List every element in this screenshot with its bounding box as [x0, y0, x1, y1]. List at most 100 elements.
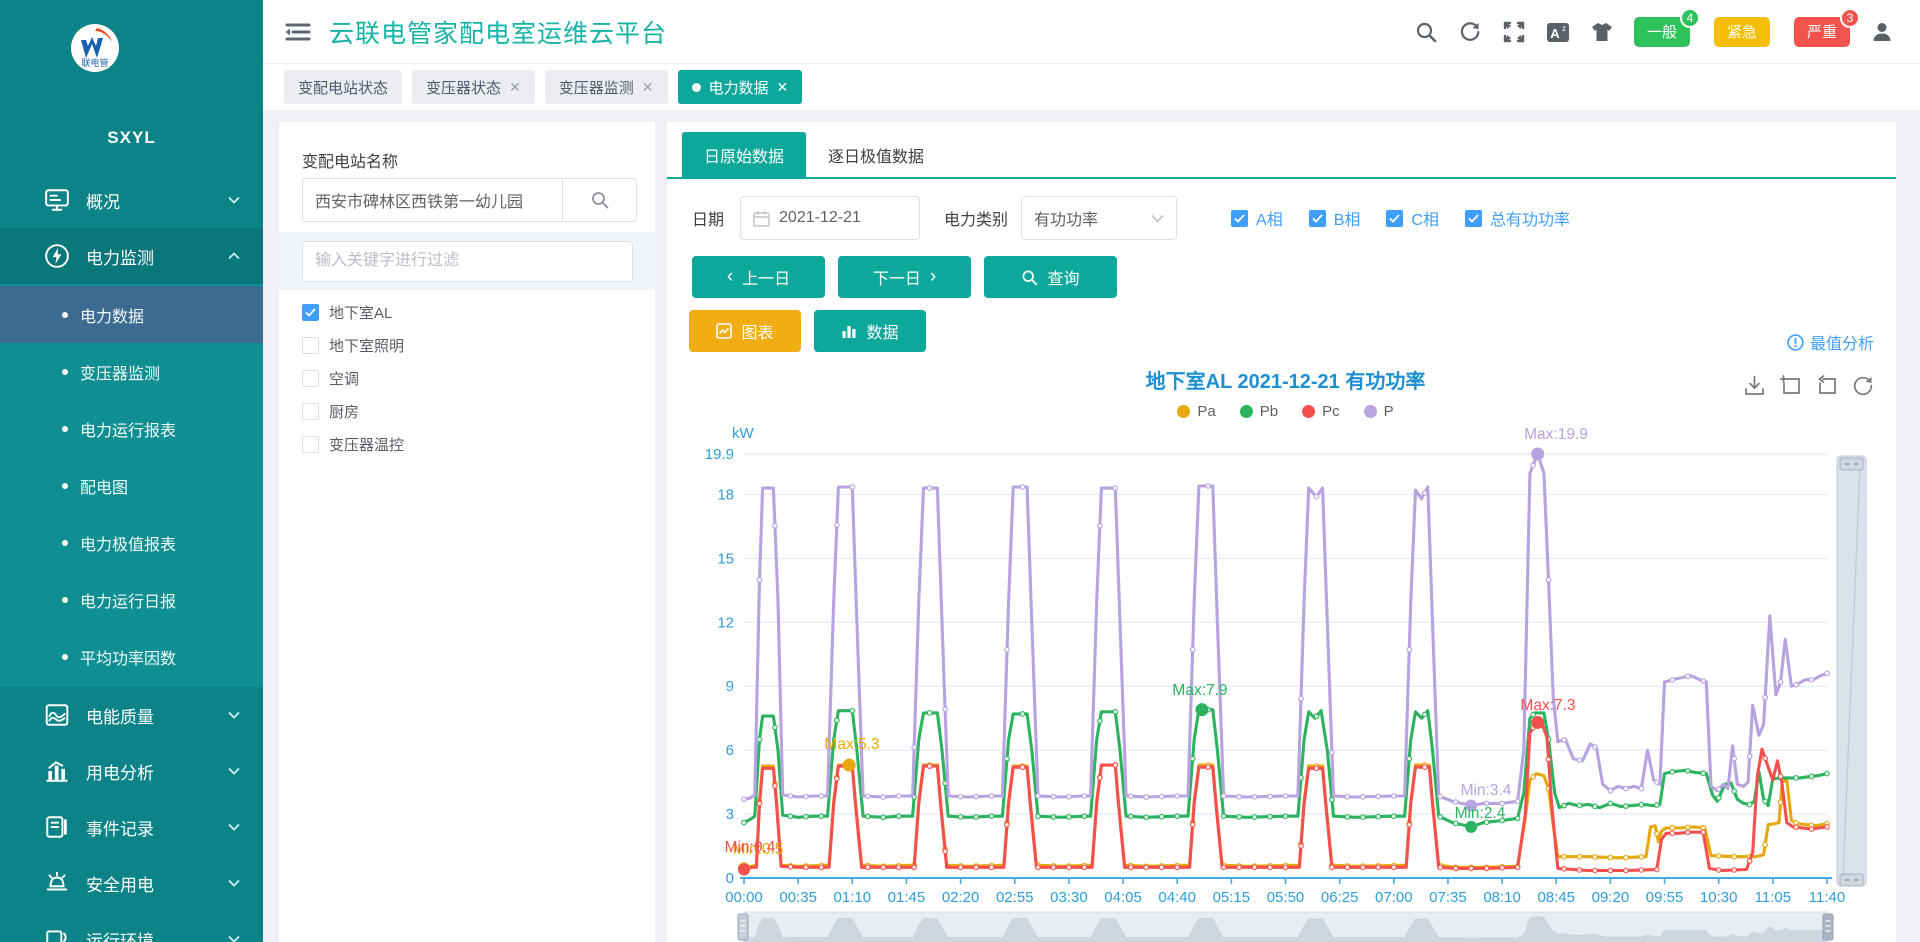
collapse-menu-icon[interactable]: [285, 21, 311, 43]
checkbox[interactable]: [302, 337, 319, 354]
legend-item-Pb[interactable]: Pb: [1240, 403, 1278, 420]
query-button[interactable]: 查询: [984, 256, 1117, 298]
datazoom-handle[interactable]: [1840, 458, 1863, 470]
circuit-node-label: 变压器温控: [329, 434, 404, 455]
circuit-node-厨房[interactable]: 厨房: [302, 395, 632, 428]
sidebar-subitem-label: 电力极值报表: [80, 531, 176, 555]
sidebar-subitem-变压器监测[interactable]: 变压器监测: [0, 343, 263, 400]
station-name-input[interactable]: [302, 178, 562, 222]
sidebar-item-电能质量[interactable]: 电能质量: [0, 687, 263, 743]
app-logo[interactable]: 联电管: [71, 24, 119, 72]
sidebar-item-label: 事件记录: [86, 815, 227, 840]
datazoom-handle[interactable]: [1823, 914, 1833, 940]
sidebar-item-运行环境[interactable]: 运行环境: [0, 911, 263, 942]
extreme-analysis-link[interactable]: 最值分析: [1787, 330, 1874, 354]
legend-dot-icon: [1177, 405, 1190, 418]
sidebar-item-安全用电[interactable]: 安全用电: [0, 855, 263, 911]
page-tab-变配电站状态[interactable]: 变配电站状态: [284, 70, 402, 104]
page-tab-变压器监测[interactable]: 变压器监测✕: [545, 70, 668, 104]
next-day-button[interactable]: 下一日›: [838, 256, 971, 298]
alarm-badge-一般[interactable]: 一般4: [1634, 17, 1690, 47]
checkbox[interactable]: [302, 304, 319, 321]
restore-icon[interactable]: [1851, 374, 1874, 397]
sidebar-item-事件记录[interactable]: 事件记录: [0, 799, 263, 855]
power-category-select[interactable]: 有功功率: [1021, 196, 1177, 240]
legend-item-P[interactable]: P: [1364, 403, 1394, 420]
legend-item-Pa[interactable]: Pa: [1177, 403, 1215, 420]
svg-text:07:35: 07:35: [1429, 889, 1467, 906]
prev-day-button[interactable]: ‹上一日: [692, 256, 825, 298]
search-icon[interactable]: [1414, 20, 1438, 44]
checkbox[interactable]: [302, 436, 319, 453]
station-search-button[interactable]: [562, 178, 637, 222]
datazoom-slider-vertical[interactable]: [1837, 456, 1866, 886]
close-tab-icon[interactable]: ✕: [509, 79, 521, 96]
legend-dot-icon: [1240, 405, 1253, 418]
datazoom-handle[interactable]: [738, 914, 748, 940]
svg-text:3: 3: [726, 806, 734, 823]
checkbox[interactable]: [1231, 210, 1248, 227]
data-mode-tabs: 日原始数据逐日极值数据: [667, 132, 1896, 179]
circuit-node-地下室AL[interactable]: 地下室AL: [302, 296, 632, 329]
circuit-node-空调[interactable]: 空调: [302, 362, 632, 395]
legend-item-Pc[interactable]: Pc: [1302, 403, 1340, 420]
phase-checkbox-B相[interactable]: B相: [1309, 206, 1361, 230]
refresh-icon[interactable]: [1458, 20, 1482, 44]
svg-text:19.9: 19.9: [705, 446, 734, 463]
translate-icon[interactable]: Az: [1546, 20, 1570, 44]
data-tab-日原始数据[interactable]: 日原始数据: [682, 132, 806, 177]
query-controls: 日期 2021-12-21 电力类别 有功功率 A相B相C相总有功功率: [692, 196, 1570, 240]
sidebar-subitem-平均功率因数[interactable]: 平均功率因数: [0, 628, 263, 685]
header-actions: Az 一般4 紧急严重3: [1414, 17, 1920, 47]
checkbox[interactable]: [1386, 210, 1403, 227]
checkbox[interactable]: [1465, 210, 1482, 227]
sidebar-subitem-label: 电力运行报表: [80, 417, 176, 441]
event-log-icon: [44, 814, 70, 840]
sidebar-subitem-配电图[interactable]: 配电图: [0, 457, 263, 514]
extreme-markers: Min:0.5Min:0.4Max:5.3Max:7.9Min:3.4Min:2…: [725, 426, 1588, 875]
sidebar-subitem-label: 电力数据: [80, 303, 144, 327]
close-tab-icon[interactable]: ✕: [642, 79, 654, 96]
sidebar-item-label: 概况: [86, 188, 227, 213]
datazoom-slider-horizontal[interactable]: [738, 912, 1833, 942]
keyword-filter-input[interactable]: [302, 241, 633, 282]
sidebar-subitem-电力极值报表[interactable]: 电力极值报表: [0, 514, 263, 571]
chevron-down-icon: [227, 876, 241, 890]
data-tab-逐日极值数据[interactable]: 逐日极值数据: [806, 132, 946, 177]
sidebar-subitem-电力运行日报[interactable]: 电力运行日报: [0, 571, 263, 628]
filter-strip: [279, 232, 655, 290]
circuit-node-变压器温控[interactable]: 变压器温控: [302, 428, 632, 461]
sidebar-item-概况[interactable]: 概况: [0, 172, 263, 228]
search-icon: [1021, 269, 1038, 286]
page-tab-变压器状态[interactable]: 变压器状态✕: [412, 70, 535, 104]
svg-text:00:35: 00:35: [779, 889, 817, 906]
badge-count: 3: [1840, 8, 1860, 28]
date-picker[interactable]: 2021-12-21: [740, 196, 920, 240]
sidebar-item-label: 电能质量: [86, 703, 227, 728]
sidebar-item-用电分析[interactable]: 用电分析: [0, 743, 263, 799]
alarm-badge-紧急[interactable]: 紧急: [1714, 17, 1770, 47]
phase-checkbox-A相[interactable]: A相: [1231, 206, 1283, 230]
sidebar-subitem-电力运行报表[interactable]: 电力运行报表: [0, 400, 263, 457]
circuit-node-地下室照明[interactable]: 地下室照明: [302, 329, 632, 362]
sidebar-item-电力监测[interactable]: 电力监测: [0, 228, 263, 284]
phase-checkbox-总有功功率[interactable]: 总有功功率: [1465, 206, 1570, 230]
user-icon[interactable]: [1870, 20, 1894, 44]
zoom-reset-icon[interactable]: [1815, 374, 1838, 397]
alarm-badge-严重[interactable]: 严重3: [1794, 17, 1850, 47]
phase-checkbox-C相[interactable]: C相: [1386, 206, 1439, 230]
save-image-icon[interactable]: [1743, 374, 1766, 397]
chart-view-button[interactable]: 图表: [689, 310, 801, 352]
close-tab-icon[interactable]: ✕: [777, 79, 789, 96]
datazoom-handle[interactable]: [1840, 874, 1863, 886]
sidebar-subitem-电力数据[interactable]: 电力数据: [0, 286, 263, 343]
checkbox[interactable]: [302, 370, 319, 387]
checkbox[interactable]: [302, 403, 319, 420]
zoom-select-icon[interactable]: [1779, 374, 1802, 397]
page-tab-电力数据[interactable]: 电力数据✕: [678, 70, 803, 104]
checkbox[interactable]: [1309, 210, 1326, 227]
data-view-button[interactable]: 数据: [814, 310, 926, 352]
theme-icon[interactable]: [1590, 20, 1614, 44]
chart-toolbox: [1743, 374, 1874, 397]
fullscreen-icon[interactable]: [1502, 20, 1526, 44]
